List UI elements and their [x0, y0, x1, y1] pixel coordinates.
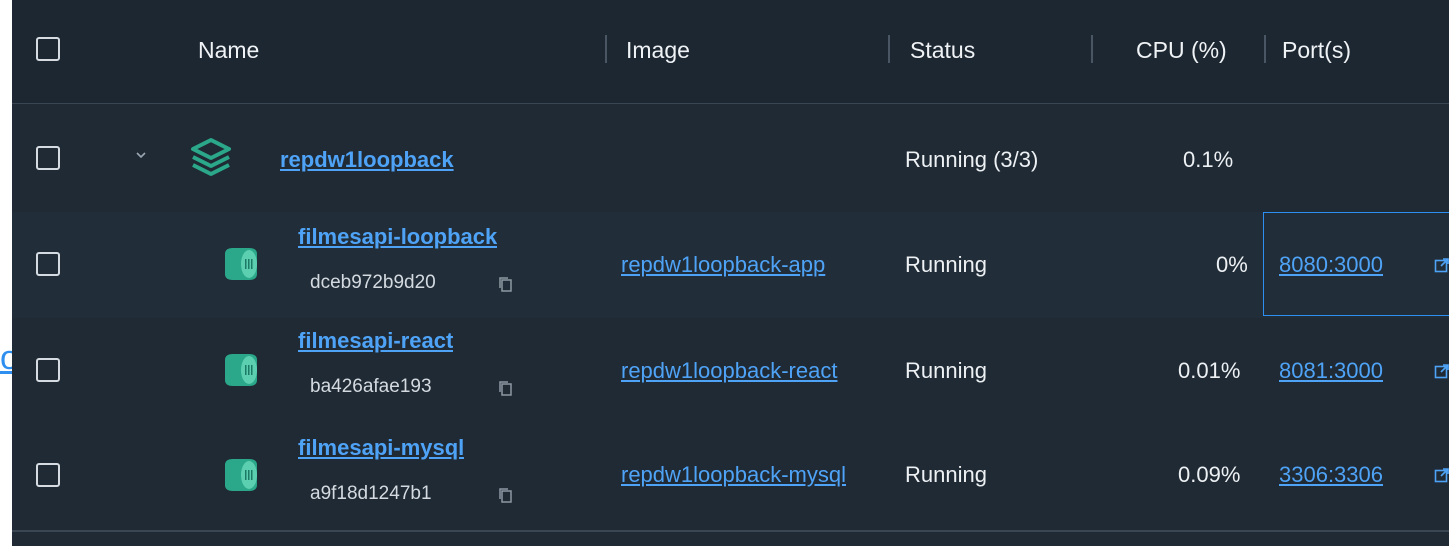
- column-header-image[interactable]: Image: [626, 0, 690, 103]
- row-checkbox[interactable]: [36, 146, 60, 170]
- container-icon: [225, 354, 257, 386]
- row-checkbox[interactable]: [36, 252, 60, 276]
- container-name-link[interactable]: filmesapi-mysql: [298, 435, 464, 461]
- copy-icon[interactable]: [498, 487, 514, 505]
- stack-icon: [191, 138, 231, 176]
- edge-link[interactable]: o: [0, 338, 12, 378]
- column-header-ports[interactable]: Port(s): [1282, 0, 1351, 103]
- container-name-link[interactable]: filmesapi-react: [298, 328, 453, 354]
- row-checkbox[interactable]: [36, 358, 60, 382]
- external-link-icon[interactable]: [1434, 363, 1449, 379]
- table-row[interactable]: filmesapi-mysql a9f18d1247b1 repdw1loopb…: [12, 420, 1449, 532]
- image-link[interactable]: repdw1loopback-app: [621, 252, 899, 278]
- group-name-link[interactable]: repdw1loopback: [280, 147, 454, 173]
- container-name-link[interactable]: filmesapi-loopback: [298, 224, 497, 250]
- table-row-group[interactable]: repdw1loopback Running (3/3) 0.1%: [12, 104, 1449, 212]
- image-link[interactable]: repdw1loopback-mysql: [621, 462, 899, 488]
- container-id: a9f18d1247b1: [310, 483, 432, 504]
- containers-table: Name Image Status CPU (%) Port(s) repdw1…: [12, 0, 1449, 546]
- group-status: Running (3/3): [905, 147, 1039, 172]
- container-status: Running: [905, 358, 987, 383]
- table-row[interactable]: filmesapi-react ba426afae193 repdw1loopb…: [12, 318, 1449, 420]
- chevron-down-icon[interactable]: [134, 148, 148, 162]
- container-status: Running: [905, 252, 987, 277]
- external-link-icon[interactable]: [1434, 257, 1449, 273]
- column-header-status[interactable]: Status: [910, 0, 975, 103]
- container-status: Running: [905, 462, 987, 487]
- column-divider[interactable]: [1091, 35, 1093, 63]
- table-header: Name Image Status CPU (%) Port(s): [12, 0, 1449, 105]
- table-row[interactable]: filmesapi-loopback dceb972b9d20 repdw1lo…: [12, 212, 1449, 318]
- select-all-checkbox[interactable]: [36, 37, 60, 61]
- container-id: dceb972b9d20: [310, 272, 436, 293]
- container-cpu: 0.01%: [1178, 358, 1241, 383]
- column-divider[interactable]: [1264, 35, 1266, 63]
- image-link[interactable]: repdw1loopback-react: [621, 358, 899, 384]
- port-link[interactable]: 8081:3000: [1279, 358, 1383, 384]
- copy-icon[interactable]: [498, 380, 514, 398]
- external-link-icon[interactable]: [1434, 467, 1449, 483]
- column-header-cpu[interactable]: CPU (%): [1136, 0, 1227, 103]
- container-icon: [225, 248, 257, 280]
- column-header-name[interactable]: Name: [198, 0, 259, 103]
- copy-icon[interactable]: [498, 276, 514, 294]
- group-cpu: 0.1%: [1183, 147, 1234, 172]
- container-cpu: 0%: [1216, 252, 1248, 277]
- port-link[interactable]: 3306:3306: [1279, 462, 1383, 488]
- row-checkbox[interactable]: [36, 463, 60, 487]
- column-divider[interactable]: [605, 35, 607, 63]
- container-id: ba426afae193: [310, 376, 432, 397]
- port-link[interactable]: 8080:3000: [1279, 252, 1383, 278]
- column-divider[interactable]: [888, 35, 890, 63]
- container-icon: [225, 459, 257, 491]
- container-cpu: 0.09%: [1178, 462, 1241, 487]
